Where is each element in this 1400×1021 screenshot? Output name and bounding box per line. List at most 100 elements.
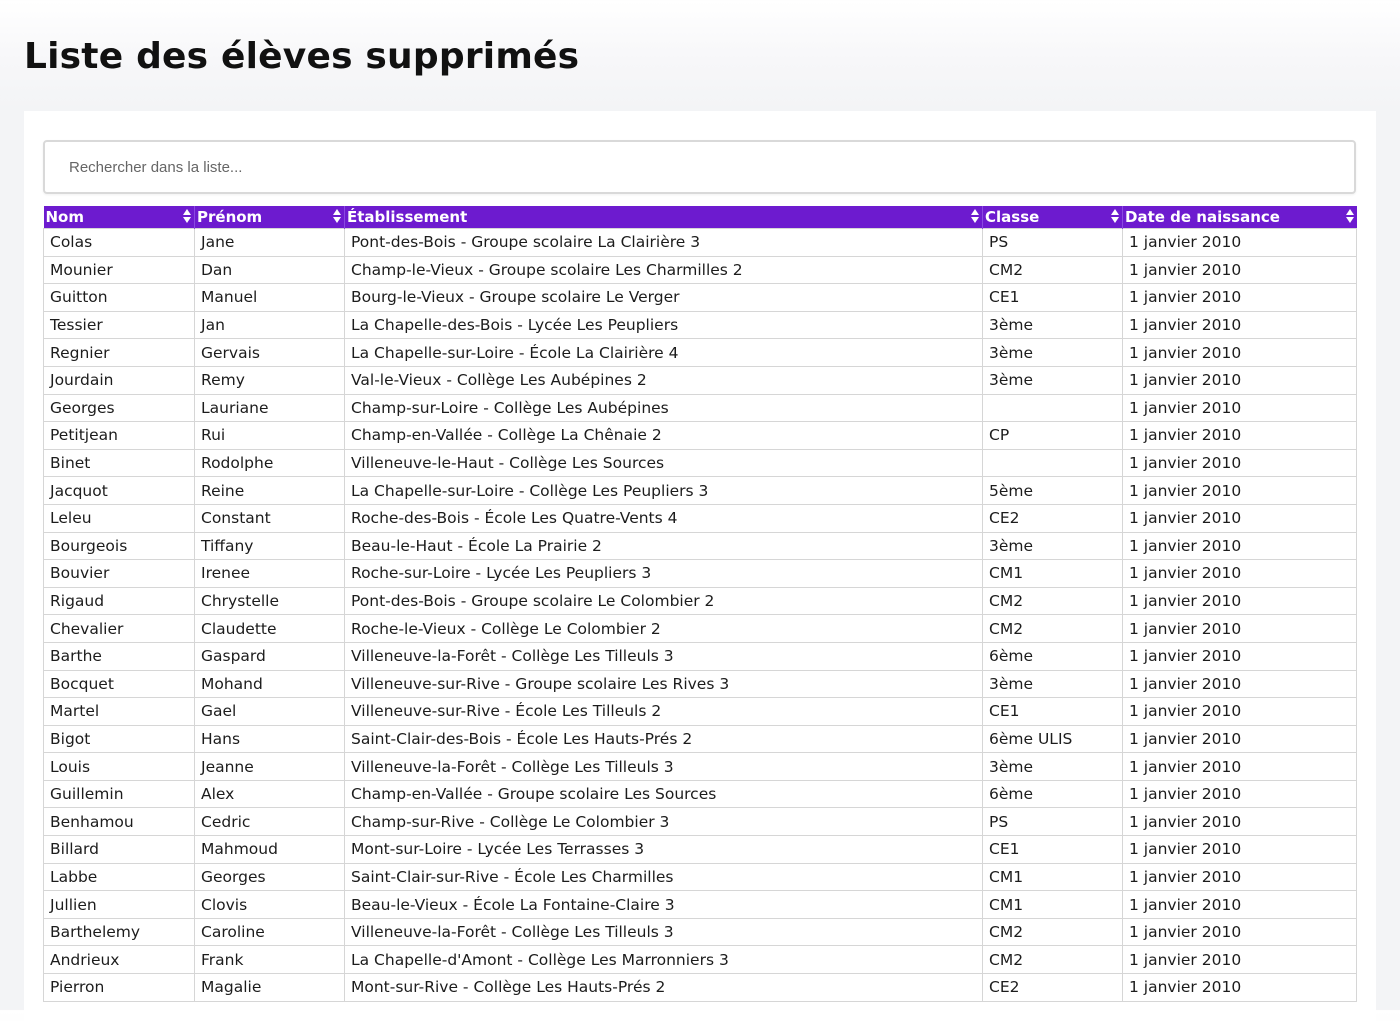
cell-classe: 6ème ULIS [982,724,1123,754]
table-row[interactable]: Martel Gael Villeneuve-sur-Rive - École Le… [43,697,1357,726]
table-row[interactable]: Barthe Gaspard Villeneuve-la-Forêt - Collè… [43,641,1357,671]
sort-icon[interactable] [333,209,342,225]
cell-classe [982,448,1123,478]
cell-etablissement: Villeneuve-sur-Rive - École Les Tilleuls… [344,697,983,726]
column-header-label: Prénom [197,208,263,226]
column-header-nom[interactable]: Nom [43,206,195,229]
cell-classe: 3ème [982,669,1123,699]
table-row[interactable]: Binet Rodolphe Villeneuve-le-Haut - Collèg… [43,448,1357,478]
cell-date-de-naissance: 1 janvier 2010 [1122,338,1357,367]
table-row[interactable]: Georges Lauriane Champ-sur-Loire - Collège… [43,393,1357,423]
table-row[interactable]: Guitton Manuel Bourg-le-Vieux - Groupe sco… [43,283,1357,312]
column-header-date-de-naissance[interactable]: Date de naissance [1123,206,1357,229]
table-row[interactable]: Louis Jeanne Villeneuve-la-Forêt - Collège… [43,752,1357,781]
cell-classe: CE1 [982,283,1123,312]
cell-classe: CM2 [982,614,1123,643]
cell-prenom: Dan [194,255,345,285]
table-row[interactable]: Benhamou Cedric Champ-sur-Rive - Collège L… [43,807,1357,837]
cell-etablissement: Roche-sur-Loire - Lycée Les Peupliers 3 [344,559,983,588]
cell-prenom: Irenee [194,559,345,588]
cell-nom: Binet [43,448,195,478]
table-row[interactable]: Petitjean Rui Champ-en-Vallée - Collège La… [43,421,1357,450]
cell-nom: Chevalier [43,614,195,643]
table-body: Colas Jane Pont-des-Bois - Groupe scolaire… [43,228,1357,1002]
cell-etablissement: La Chapelle-des-Bois - Lycée Les Peuplie… [344,310,983,340]
table-row[interactable]: Bigot Hans Saint-Clair-des-Bois - École Le… [43,724,1357,754]
cell-etablissement: Mont-sur-Loire - Lycée Les Terrasses 3 [344,835,983,864]
cell-prenom: Reine [194,476,345,505]
cell-prenom: Rui [194,421,345,450]
table-row[interactable]: Guillemin Alex Champ-en-Vallée - Groupe sc… [43,779,1357,809]
cell-prenom: Caroline [194,917,345,947]
cell-etablissement: Champ-le-Vieux - Groupe scolaire Les Cha… [344,255,983,285]
cell-nom: Rigaud [43,586,195,616]
table-row[interactable]: Jourdain Remy Val-le-Vieux - Collège Les A… [43,365,1357,395]
cell-nom: Jullien [43,890,195,919]
sort-icon[interactable] [1111,209,1120,225]
table-row[interactable]: Tessier Jan La Chapelle-des-Bois - Lycée L… [43,310,1357,340]
cell-classe: 6ème [982,641,1123,671]
sort-icon[interactable] [1345,209,1355,225]
table-row[interactable]: Jullien Clovis Beau-le-Vieux - École La Fo… [43,890,1357,919]
table-row[interactable]: Pierron Magalie Mont-sur-Rive - Collège Le… [43,973,1357,1002]
cell-etablissement: Villeneuve-le-Haut - Collège Les Sources [344,448,983,478]
table-row[interactable]: Mounier Dan Champ-le-Vieux - Groupe scolai… [43,255,1357,285]
cell-nom: Martel [43,697,195,726]
cell-date-de-naissance: 1 janvier 2010 [1122,476,1357,505]
column-header-etablissement[interactable]: Établissement [344,206,983,229]
cell-date-de-naissance: 1 janvier 2010 [1122,503,1357,533]
cell-date-de-naissance: 1 janvier 2010 [1122,890,1357,919]
cell-date-de-naissance: 1 janvier 2010 [1122,365,1357,395]
cell-prenom: Gervais [194,338,345,367]
sort-icon[interactable] [971,209,980,225]
search-input[interactable] [45,142,1354,192]
cell-prenom: Jan [194,310,345,340]
table-row[interactable]: Barthelemy Caroline Villeneuve-la-Forêt - … [43,917,1357,947]
cell-classe: CM1 [982,890,1123,919]
cell-prenom: Constant [194,503,345,533]
cell-classe: CM2 [982,586,1123,616]
cell-nom: Benhamou [43,807,195,837]
page-title: Liste des élèves supprimés [24,36,580,77]
cell-etablissement: Beau-le-Haut - École La Prairie 2 [344,531,983,561]
cell-etablissement: La Chapelle-sur-Loire - École La Clairiè… [344,338,983,367]
cell-classe: CE2 [982,973,1123,1002]
table-row[interactable]: Bourgeois Tiffany Beau-le-Haut - École La … [43,531,1357,561]
cell-classe: 3ème [982,752,1123,781]
cell-classe [982,393,1123,423]
table-row[interactable]: Rigaud Chrystelle Pont-des-Bois - Groupe s… [43,586,1357,616]
table-row[interactable]: Labbe Georges Saint-Clair-sur-Rive - École… [43,862,1357,892]
cell-etablissement: Saint-Clair-des-Bois - École Les Hauts-P… [344,724,983,754]
table-row[interactable]: Colas Jane Pont-des-Bois - Groupe scolaire… [43,228,1357,257]
cell-date-de-naissance: 1 janvier 2010 [1122,835,1357,864]
table-row[interactable]: Chevalier Claudette Roche-le-Vieux - Collè… [43,614,1357,643]
cell-prenom: Jane [194,228,345,257]
sort-icon[interactable] [183,209,192,225]
cell-nom: Jourdain [43,365,195,395]
column-header-classe[interactable]: Classe [982,206,1123,229]
table-row[interactable]: Bouvier Irenee Roche-sur-Loire - Lycée Les… [43,559,1357,588]
cell-classe: 3ème [982,365,1123,395]
cell-etablissement: Saint-Clair-sur-Rive - École Les Charmil… [344,862,983,892]
cell-classe: CM1 [982,559,1123,588]
cell-nom: Georges [43,393,195,423]
table-row[interactable]: Regnier Gervais La Chapelle-sur-Loire - Éc… [43,338,1357,367]
table-row[interactable]: Andrieux Frank La Chapelle-d'Amont - Collè… [43,945,1357,975]
table-row[interactable]: Leleu Constant Roche-des-Bois - École Les … [43,503,1357,533]
cell-etablissement: Beau-le-Vieux - École La Fontaine-Claire… [344,890,983,919]
cell-nom: Bouvier [43,559,195,588]
deleted-students-table: Nom Prénom Établissement Classe Date de … [43,206,1357,1002]
cell-nom: Andrieux [43,945,195,975]
table-row[interactable]: Bocquet Mohand Villeneuve-sur-Rive - Group… [43,669,1357,699]
cell-classe: CP [982,421,1123,450]
column-header-label: Date de naissance [1125,208,1280,226]
column-header-prenom[interactable]: Prénom [194,206,345,229]
table-row[interactable]: Billard Mahmoud Mont-sur-Loire - Lycée Les… [43,835,1357,864]
cell-date-de-naissance: 1 janvier 2010 [1122,973,1357,1002]
cell-classe: 3ème [982,531,1123,561]
cell-etablissement: Pont-des-Bois - Groupe scolaire La Clair… [344,228,983,257]
cell-classe: CM2 [982,917,1123,947]
cell-etablissement: Champ-sur-Loire - Collège Les Aubépines [344,393,983,423]
cell-classe: CM2 [982,945,1123,975]
table-row[interactable]: Jacquot Reine La Chapelle-sur-Loire - Coll… [43,476,1357,505]
